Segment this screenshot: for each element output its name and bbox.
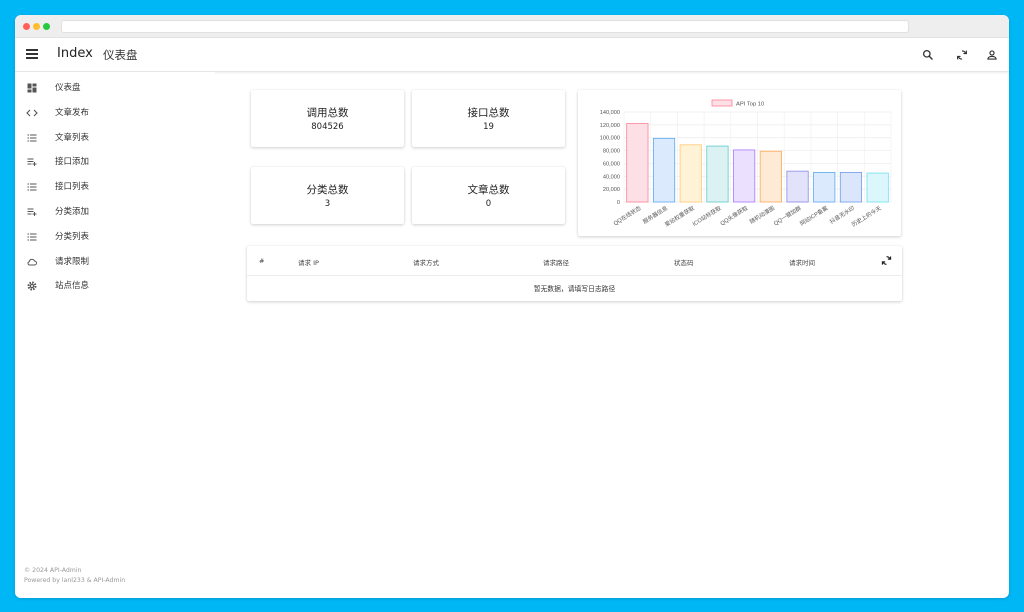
column-header-index: #	[259, 257, 265, 265]
column-header-status: 状态码	[674, 259, 694, 267]
table-refresh-icon[interactable]	[880, 254, 893, 267]
app-title: Index	[57, 46, 93, 61]
sidebar-item-label: 请求限制	[55, 256, 90, 267]
bar[interactable]	[759, 150, 782, 203]
stat-value: 0	[485, 199, 492, 209]
stat-label: 调用总数	[306, 107, 349, 119]
footer: © 2024 API-Admin Powered by lanl233 & AP…	[24, 566, 125, 586]
account-icon[interactable]	[985, 48, 999, 62]
stat-card-calls: 调用总数 804526	[251, 90, 404, 147]
column-header-ip: 请求 IP	[298, 259, 319, 267]
code-icon	[26, 109, 38, 117]
x-tick-label: 爱站权重获取	[663, 204, 696, 229]
browser-window: Index 仪表盘 仪表盘 文章发布 文章列表 接口添加 接口列表 分类添加 分…	[15, 15, 1009, 598]
x-tick-label: QQ头像获取	[719, 204, 750, 227]
bar[interactable]	[733, 149, 756, 203]
sidebar-item-label: 站点信息	[55, 281, 90, 292]
request-log-table: # 请求 IP 请求方式 请求路径 状态码 请求时间 暂无数据，请填写日志路径	[247, 246, 902, 301]
bar[interactable]	[786, 170, 809, 203]
x-tick-label: QQ在线状态	[612, 204, 643, 227]
gear-icon	[27, 281, 37, 291]
bar[interactable]	[706, 145, 729, 203]
legend-label[interactable]: API Top 10	[736, 102, 764, 108]
table-empty-message: 暂无数据，请填写日志路径	[533, 285, 616, 293]
stat-value: 3	[324, 199, 331, 209]
playlist-add-icon	[27, 208, 37, 216]
bar[interactable]	[866, 172, 889, 203]
bar[interactable]	[839, 172, 863, 203]
bar[interactable]	[813, 172, 836, 203]
y-tick-label: 0	[617, 200, 620, 206]
list-icon	[27, 183, 37, 191]
y-tick-label: 40,000	[603, 174, 620, 180]
cloud-icon	[27, 258, 37, 266]
page-title: 仪表盘	[103, 48, 138, 62]
sidebar-item-label: 分类列表	[55, 231, 90, 242]
table-header: # 请求 IP 请求方式 请求路径 状态码 请求时间	[247, 246, 902, 276]
x-tick-label: QQ一键加群	[772, 204, 803, 227]
x-tick-label: ICO站标获取	[691, 204, 723, 228]
stat-card-articles: 文章总数 0	[412, 167, 565, 224]
menu-icon[interactable]	[26, 49, 38, 59]
app-bar: Index 仪表盘	[15, 38, 1009, 72]
y-tick-label: 60,000	[603, 161, 620, 167]
column-header-time: 请求时间	[789, 259, 815, 267]
search-icon[interactable]	[921, 48, 935, 62]
stat-label: 文章总数	[467, 184, 510, 196]
stat-card-apis: 接口总数 19	[412, 90, 565, 147]
stat-card-categories: 分类总数 3	[251, 167, 404, 224]
address-bar[interactable]	[61, 20, 909, 33]
refresh-icon[interactable]	[955, 48, 969, 62]
sidebar-item-label: 文章列表	[55, 132, 90, 143]
api-top10-chart-card: 0 20,000 40,000 60,000 80,000 100,000 120,000 1…	[578, 90, 901, 236]
y-tick-label: 100,000	[600, 136, 620, 142]
x-tick-label: 随机动漫图	[748, 204, 776, 226]
sidebar-item-label: 分类添加	[55, 206, 90, 217]
bar[interactable]	[679, 144, 702, 203]
stat-label: 分类总数	[306, 184, 349, 196]
sidebar-item-api-list[interactable]: 接口列表	[15, 175, 215, 200]
legend-swatch[interactable]	[711, 99, 733, 107]
y-tick-label: 120,000	[600, 123, 620, 129]
bar[interactable]	[626, 123, 649, 203]
x-tick-label: 网站ICP备案	[798, 204, 829, 228]
sidebar-item-dashboard[interactable]: 仪表盘	[15, 76, 215, 101]
stat-value: 19	[483, 122, 494, 132]
dashboard-icon	[27, 83, 37, 93]
sidebar-item-label: 仪表盘	[55, 83, 81, 93]
stat-label: 接口总数	[467, 107, 510, 119]
column-header-method: 请求方式	[413, 259, 439, 267]
api-top10-chart: 0 20,000 40,000 60,000 80,000 100,000 120,000 1…	[600, 99, 892, 229]
sidebar-item-site-info[interactable]: 站点信息	[15, 274, 215, 299]
y-tick-label: 140,000	[600, 110, 620, 116]
sidebar-item-label: 文章发布	[55, 107, 90, 118]
y-tick-label: 80,000	[603, 149, 620, 155]
list-icon	[27, 134, 37, 142]
close-window-dot[interactable]	[23, 23, 30, 30]
sidebar-item-article-publish[interactable]: 文章发布	[15, 101, 215, 126]
sidebar-item-category-add[interactable]: 分类添加	[15, 200, 215, 225]
y-tick-label: 20,000	[603, 187, 620, 193]
sidebar-item-article-list[interactable]: 文章列表	[15, 126, 215, 151]
sidebar: 仪表盘 文章发布 文章列表 接口添加 接口列表 分类添加 分类列表 请求限制 站…	[15, 72, 215, 598]
x-tick-label: 历史上的今天	[850, 204, 883, 229]
sidebar-item-label: 接口添加	[55, 157, 90, 168]
maximize-window-dot[interactable]	[43, 23, 50, 30]
sidebar-item-category-list[interactable]: 分类列表	[15, 225, 215, 250]
minimize-window-dot[interactable]	[33, 23, 40, 30]
sidebar-item-api-add[interactable]: 接口添加	[15, 150, 215, 175]
sidebar-item-label: 接口列表	[55, 182, 90, 193]
footer-copyright: © 2024 API-Admin	[24, 567, 82, 574]
list-icon	[27, 233, 37, 241]
stat-value: 804526	[311, 122, 344, 132]
footer-powered-by: Powered by lanl233 & API-Admin	[24, 577, 126, 584]
sidebar-item-rate-limit[interactable]: 请求限制	[15, 250, 215, 275]
bar[interactable]	[652, 137, 676, 203]
browser-chrome	[15, 15, 1009, 38]
column-header-path: 请求路径	[543, 259, 569, 267]
playlist-add-icon	[27, 158, 37, 167]
